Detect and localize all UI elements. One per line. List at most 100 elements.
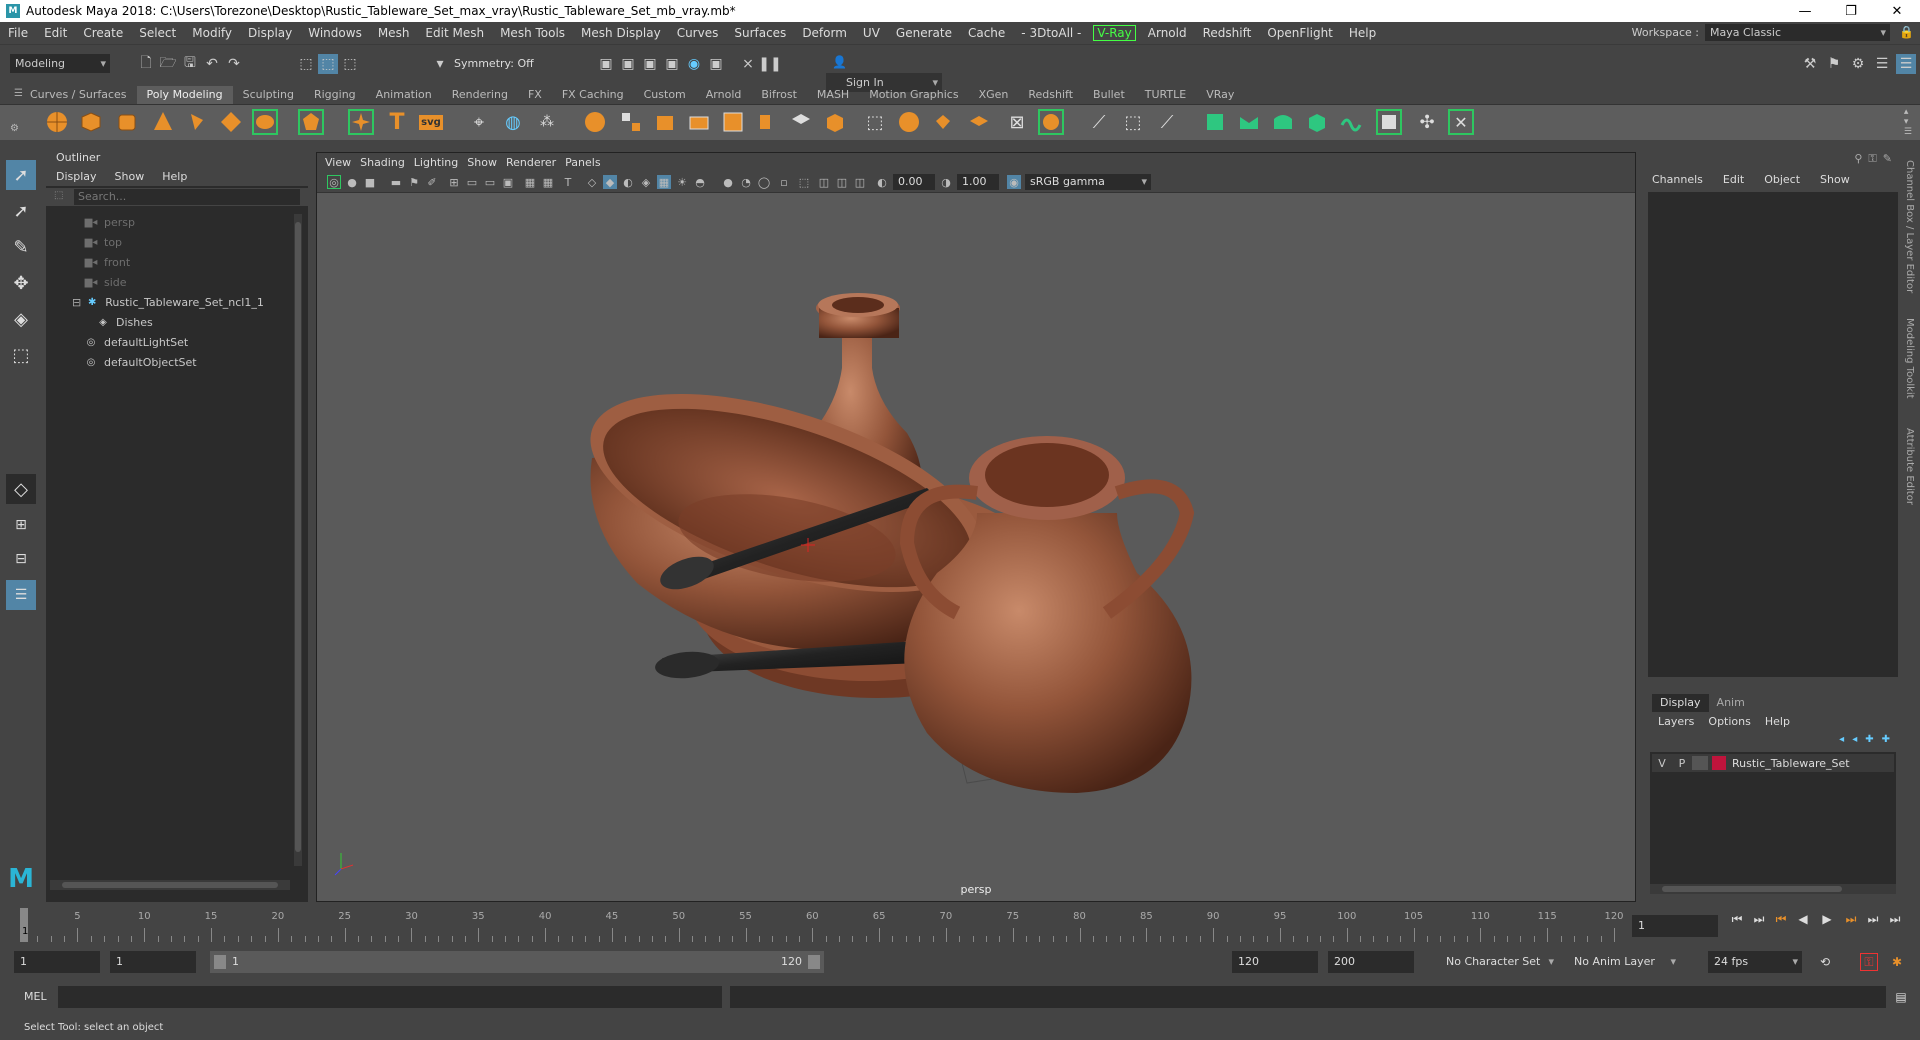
character-set-dropdown[interactable]: No Character Set xyxy=(1440,951,1558,973)
outliner-menu-display[interactable]: Display xyxy=(56,170,97,183)
connect-icon[interactable] xyxy=(930,109,956,135)
step-back-key-icon[interactable]: ⏭ xyxy=(1750,910,1768,928)
menu-windows[interactable]: Windows xyxy=(300,26,370,40)
bridge-icon[interactable] xyxy=(618,109,644,135)
menu-display[interactable]: Display xyxy=(240,26,300,40)
safe-action-icon[interactable]: ▦ xyxy=(541,175,555,189)
shelf-tab-vray[interactable]: VRay xyxy=(1196,86,1244,104)
separate-icon[interactable]: ◍ xyxy=(500,109,526,135)
layer-row[interactable]: V P Rustic_Tableware_Set xyxy=(1652,754,1894,772)
new-scene-icon[interactable]: 🗋 xyxy=(136,54,156,74)
isolate-select-icon[interactable]: ⬚ xyxy=(797,175,811,189)
menu-select[interactable]: Select xyxy=(131,26,184,40)
poly-plane-icon[interactable] xyxy=(218,109,244,135)
channel-box-toggle-icon[interactable]: ☰ xyxy=(1872,54,1892,74)
outliner-item[interactable]: ▆◂ front xyxy=(84,254,131,272)
viewport-menu-show[interactable]: Show xyxy=(467,156,506,169)
outliner-menu-show[interactable]: Show xyxy=(115,170,145,183)
shelf-tab-xgen[interactable]: XGen xyxy=(969,86,1019,104)
menu-openflight[interactable]: OpenFlight xyxy=(1259,26,1341,40)
menu-edit-mesh[interactable]: Edit Mesh xyxy=(417,26,492,40)
outliner-item[interactable]: ⊟ ✱ Rustic_Tableware_Set_ncl1_1 xyxy=(72,294,264,312)
field-chart-icon[interactable]: ▦ xyxy=(523,175,537,189)
channel-menu-show[interactable]: Show xyxy=(1820,173,1850,186)
modeling-toolkit-icon[interactable]: ⚒ xyxy=(1800,54,1820,74)
close-button[interactable]: ✕ xyxy=(1874,0,1920,22)
viewport-menu-renderer[interactable]: Renderer xyxy=(506,156,565,169)
script-editor-icon[interactable]: ▤ xyxy=(1892,988,1910,1006)
viewport-menu-shading[interactable]: Shading xyxy=(360,156,414,169)
shadows-icon[interactable]: ◓ xyxy=(693,175,707,189)
vray-scatter-icon[interactable]: ✣ xyxy=(1414,109,1440,135)
four-view-layout-icon[interactable]: ⊞ xyxy=(6,510,36,540)
symmetry-icon[interactable]: ▾ xyxy=(430,54,450,74)
anim-prefs-icon[interactable]: ✱ xyxy=(1888,953,1906,971)
layer-menu-help[interactable]: Help xyxy=(1765,715,1790,728)
poly-cube-icon[interactable] xyxy=(78,109,104,135)
channel-box-key-icon[interactable]: ⚿ xyxy=(1868,152,1876,166)
animation-end-field[interactable]: 200 xyxy=(1328,951,1414,973)
depth-of-field-icon[interactable]: ▫ xyxy=(777,175,791,189)
range-slider-bar[interactable]: 1 120 xyxy=(210,951,824,973)
vray-wave-icon[interactable] xyxy=(1338,109,1364,135)
new-layer-selected-icon[interactable]: ✚ xyxy=(1882,734,1890,745)
move-tool-icon[interactable]: ✥ xyxy=(6,268,36,298)
attribute-editor-icon[interactable]: ⚑ xyxy=(1824,54,1844,74)
layer-menu-options[interactable]: Options xyxy=(1708,715,1750,728)
xray-components-icon[interactable]: ◫ xyxy=(853,175,867,189)
tool-settings-icon[interactable]: ⚙ xyxy=(1848,54,1868,74)
menu-deform[interactable]: Deform xyxy=(794,26,855,40)
layer-menu-layers[interactable]: Layers xyxy=(1658,715,1694,728)
layer-color-swatch[interactable] xyxy=(1712,756,1726,770)
merge-icon[interactable] xyxy=(788,109,814,135)
multi-cut-icon[interactable]: ⬚ xyxy=(862,109,888,135)
menu-vray[interactable]: V-Ray xyxy=(1093,25,1136,41)
play-backward-icon[interactable]: ◀ xyxy=(1794,910,1812,928)
redo-icon[interactable]: ↷ xyxy=(224,54,244,74)
rotate-tool-icon[interactable]: ◈ xyxy=(6,304,36,334)
shelf-tab-poly-modeling[interactable]: Poly Modeling xyxy=(136,86,233,104)
textured-icon[interactable]: ▦ xyxy=(657,175,671,189)
menu-create[interactable]: Create xyxy=(75,26,131,40)
poly-cone-icon[interactable] xyxy=(150,109,176,135)
animation-start-field[interactable]: 1 xyxy=(14,951,100,973)
view-transform-dropdown[interactable]: sRGB gamma xyxy=(1025,174,1151,190)
shelf-tab-animation[interactable]: Animation xyxy=(366,86,442,104)
gamma-field[interactable]: 1.00 xyxy=(957,174,999,190)
extrude-icon[interactable] xyxy=(582,109,608,135)
poly-cylinder-icon[interactable] xyxy=(114,109,140,135)
layer-tab-anim[interactable]: Anim xyxy=(1709,694,1753,712)
film-gate-icon[interactable]: ▭ xyxy=(465,175,479,189)
menu-3dtoall[interactable]: - 3DtoAll - xyxy=(1013,26,1089,40)
image-plane-icon[interactable]: ▬ xyxy=(389,175,403,189)
ipr-render-icon[interactable]: ▣ xyxy=(640,54,660,74)
command-input[interactable] xyxy=(58,986,722,1008)
menu-cache[interactable]: Cache xyxy=(960,26,1013,40)
paint-select-tool-icon[interactable]: ✎ xyxy=(6,232,36,262)
channel-menu-channels[interactable]: Channels xyxy=(1652,173,1703,186)
layer-visibility-toggle[interactable]: V xyxy=(1652,757,1672,770)
shelf-tab-turtle[interactable]: TURTLE xyxy=(1135,86,1196,104)
outliner-layout-icon[interactable]: ☰ xyxy=(6,580,36,610)
layer-type-toggle[interactable] xyxy=(1692,756,1708,770)
svg-icon[interactable]: svg xyxy=(418,109,444,135)
playback-end-field[interactable]: 120 xyxy=(1232,951,1318,973)
xray-joints-icon[interactable]: ◫ xyxy=(835,175,849,189)
play-forward-icon[interactable]: ▶ xyxy=(1818,910,1836,928)
camera-select-icon[interactable]: ◎ xyxy=(327,175,341,189)
poly-disc-icon[interactable] xyxy=(252,109,278,135)
outliner-menu-help[interactable]: Help xyxy=(162,170,187,183)
render-settings-icon[interactable]: ▣ xyxy=(662,54,682,74)
render-icon[interactable]: ▣ xyxy=(596,54,616,74)
shelf-tab-curves-surfaces[interactable]: Curves / Surfaces xyxy=(20,86,137,104)
channel-menu-edit[interactable]: Edit xyxy=(1723,173,1744,186)
symmetry-label[interactable]: Symmetry: Off xyxy=(454,57,534,70)
persp-outliner-layout-icon[interactable]: ⊟ xyxy=(6,544,36,574)
restore-button[interactable]: ❐ xyxy=(1828,0,1874,22)
timeline-ruler[interactable]: 5 10 15 20 25 30 35 40 45 50 55 60 65 70 75 80 85 90 95 100… xyxy=(20,908,1624,942)
side-tab-channel-box[interactable]: Channel Box / Layer Editor xyxy=(1904,160,1915,293)
select-hierarchy-icon[interactable]: ⬚ xyxy=(296,54,316,74)
use-all-lights-icon[interactable]: ☀ xyxy=(675,175,689,189)
default-material-icon[interactable]: ◐ xyxy=(621,175,635,189)
menu-generate[interactable]: Generate xyxy=(888,26,960,40)
